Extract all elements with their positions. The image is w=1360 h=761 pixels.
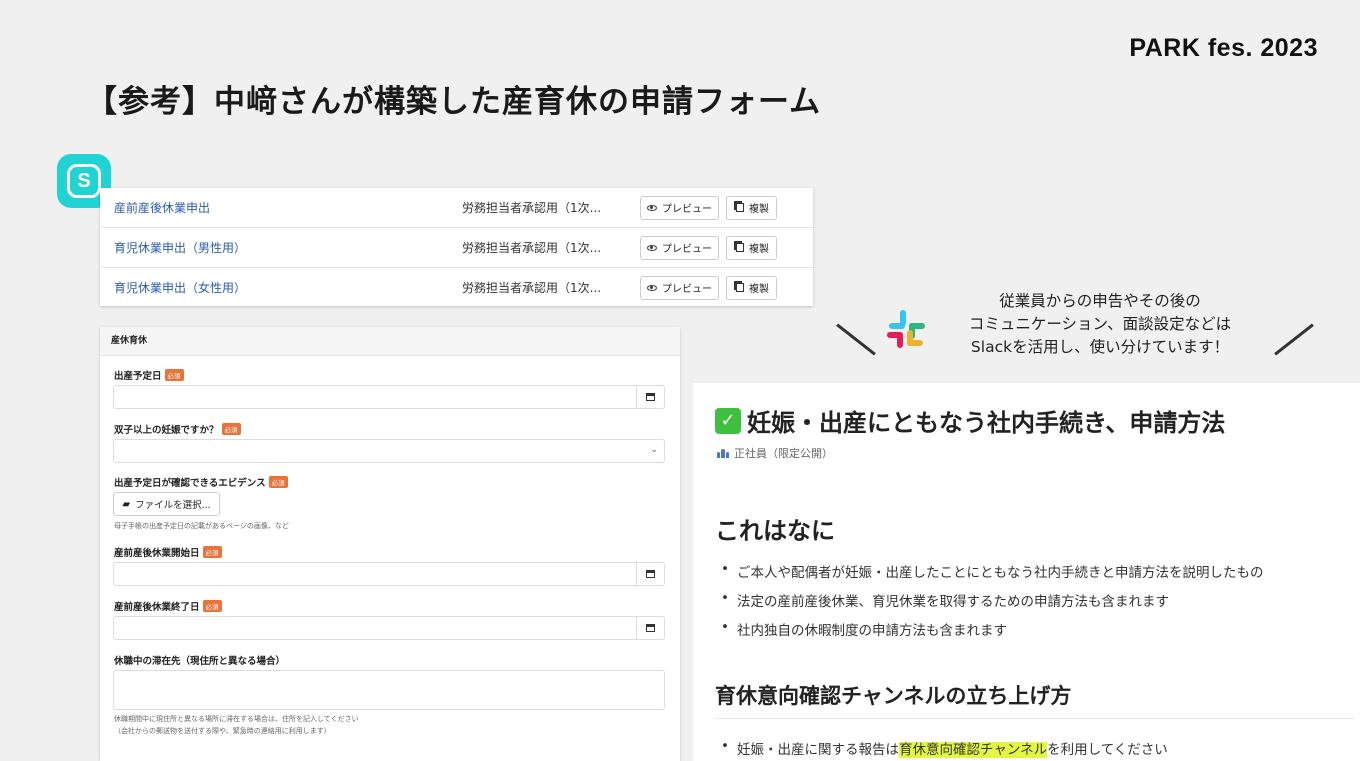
- field-label-text: 産前産後休業開始日: [114, 548, 200, 559]
- calendar-icon[interactable]: [636, 563, 664, 585]
- form-row: 育児休業申出（男性用） 労務担当者承認用（1次... プレビュー 複製: [100, 228, 813, 268]
- bullet-text: 妊娠・出産に関する報告は: [737, 742, 899, 758]
- required-badge: 必須: [164, 369, 184, 381]
- notion-title-text: 妊娠・出産にともなう社内手続き、申請方法: [747, 409, 1226, 437]
- copy-label: 複製: [749, 244, 769, 255]
- due-date-input[interactable]: [113, 385, 665, 409]
- list-item: ご本人や配偶者が妊娠・出産したことにともなう社内手続きと申請方法を説明したもの: [719, 561, 1264, 590]
- field-label-text: 産前産後休業終了日: [114, 602, 200, 613]
- field-label-text: 休職中の滞在先（現住所と異なる場合）: [114, 656, 286, 667]
- form-approver: 労務担当者承認用（1次...: [462, 201, 602, 215]
- leave-end-label: 産前産後休業終了日 必須: [114, 599, 222, 613]
- chevron-down-icon: ⌄: [650, 445, 658, 455]
- decor-slash-right: [1274, 323, 1314, 356]
- form-name-link[interactable]: 育児休業申出（男性用）: [114, 239, 246, 256]
- twins-select[interactable]: ⌄: [113, 439, 665, 463]
- people-icon: [717, 448, 729, 458]
- preview-label: プレビュー: [662, 204, 712, 215]
- eye-icon: [647, 284, 657, 291]
- leave-start-input[interactable]: [113, 562, 665, 586]
- list-item: 法定の産前産後休業、育児休業を取得するための申請方法も含まれます: [719, 590, 1264, 619]
- notion-page-title: ✓ 妊娠・出産にともなう社内手続き、申請方法: [715, 403, 1225, 438]
- check-mark-icon: ✓: [715, 407, 741, 434]
- notion-audience-tag: 正社員（限定公開）: [717, 445, 833, 461]
- divider: [715, 718, 1355, 719]
- copy-icon: [736, 243, 744, 252]
- stay-address-label: 休職中の滞在先（現住所と異なる場合）: [114, 653, 285, 667]
- slack-logo-icon: [887, 310, 925, 348]
- copy-icon: [736, 283, 744, 292]
- notion-heading-what: これはなに: [715, 517, 835, 545]
- file-select-label: ファイルを選択...: [135, 500, 211, 511]
- notion-page: ✓ 妊娠・出産にともなう社内手続き、申請方法 正社員（限定公開） これはなに ご…: [693, 383, 1360, 761]
- twins-label: 双子以上の妊娠ですか？ 必須: [114, 422, 241, 436]
- slack-note-line: 従業員からの申告やその後の: [999, 292, 1201, 310]
- field-label-text: 双子以上の妊娠ですか？: [114, 425, 219, 436]
- slack-note: 従業員からの申告やその後の コミュニケーション、面談設定などは Slackを活用…: [940, 290, 1260, 359]
- copy-label: 複製: [749, 284, 769, 295]
- required-badge: 必須: [221, 423, 241, 435]
- form-list: 産前産後休業申出 労務担当者承認用（1次... プレビュー 複製 育児休業申出（…: [100, 188, 813, 306]
- list-item: 妊娠・出産に関する報告は育休意向確認チャンネルを利用してください: [719, 738, 1168, 761]
- field-label-text: 出産予定日が確認できるエビデンス: [114, 478, 266, 489]
- preview-button[interactable]: プレビュー: [640, 235, 719, 260]
- required-badge: 必須: [202, 546, 222, 558]
- notion-bullet-list: ご本人や配偶者が妊娠・出産したことにともなう社内手続きと申請方法を説明したもの …: [719, 561, 1264, 648]
- form-row: 育児休業申出（女性用） 労務担当者承認用（1次... プレビュー 複製: [100, 268, 813, 307]
- stay-address-textarea[interactable]: [113, 670, 665, 710]
- copy-button[interactable]: 複製: [726, 235, 777, 260]
- eye-icon: [647, 244, 657, 251]
- evidence-label: 出産予定日が確認できるエビデンス 必須: [114, 475, 288, 489]
- required-badge: 必須: [268, 476, 288, 488]
- leave-end-input[interactable]: [113, 616, 665, 640]
- evidence-hint: 母子手帳の出産予定日の記載があるページの画像、など: [114, 522, 289, 530]
- leave-start-label: 産前産後休業開始日 必須: [114, 545, 222, 559]
- form-row: 産前産後休業申出 労務担当者承認用（1次... プレビュー 複製: [100, 188, 813, 228]
- notion-heading-channel: 育休意向確認チャンネルの立ち上げ方: [715, 684, 1072, 708]
- list-item: 社内独自の休暇制度の申請方法も含まれます: [719, 619, 1264, 648]
- form-name-link[interactable]: 産前産後休業申出: [114, 199, 210, 216]
- folder-icon: ▰: [122, 498, 131, 510]
- copy-icon: [736, 203, 744, 212]
- bullet-text: を利用してください: [1047, 742, 1168, 758]
- notion-bullet-list-2: 妊娠・出産に関する報告は育休意向確認チャンネルを利用してください: [719, 738, 1168, 761]
- preview-label: プレビュー: [662, 284, 712, 295]
- preview-button[interactable]: プレビュー: [640, 275, 719, 300]
- form-panel-header: 産休育休: [100, 327, 680, 356]
- form-name-link[interactable]: 育児休業申出（女性用）: [114, 279, 246, 296]
- slack-note-line: コミュニケーション、面談設定などは: [968, 315, 1232, 333]
- stay-hint-2: （会社からの郵送物を送付する際や、緊急時の連絡用に利用します）: [114, 727, 331, 735]
- leave-form-panel: 産休育休 出産予定日 必須 双子以上の妊娠ですか？ 必須 ⌄ 出産予定日が確認で…: [100, 327, 680, 761]
- decor-slash-left: [836, 323, 876, 356]
- copy-label: 複製: [749, 204, 769, 215]
- stay-hint-1: 休職期間中に現住所と異なる場所に滞在する場合は、住所を記入してください: [114, 715, 359, 723]
- preview-label: プレビュー: [662, 244, 712, 255]
- copy-button[interactable]: 複製: [726, 275, 777, 300]
- slack-note-line: Slackを活用し、使い分けています！: [970, 338, 1230, 356]
- form-approver: 労務担当者承認用（1次...: [462, 241, 602, 255]
- required-badge: 必須: [202, 600, 222, 612]
- eye-icon: [647, 204, 657, 211]
- field-label-text: 出産予定日: [114, 371, 162, 382]
- app-logo-letter: S: [67, 164, 101, 198]
- slide-title: 【参考】中﨑さんが構築した産育休の申請フォーム: [86, 84, 822, 120]
- form-approver: 労務担当者承認用（1次...: [462, 281, 602, 295]
- channel-link[interactable]: 育休意向確認チャンネル: [899, 742, 1048, 758]
- notion-tag-text: 正社員（限定公開）: [734, 447, 833, 460]
- event-brand: PARK fes. 2023: [1129, 34, 1318, 62]
- preview-button[interactable]: プレビュー: [640, 195, 719, 220]
- file-select-button[interactable]: ▰ ファイルを選択...: [113, 492, 220, 516]
- calendar-icon[interactable]: [636, 617, 664, 639]
- due-date-label: 出産予定日 必須: [114, 368, 184, 382]
- calendar-icon[interactable]: [636, 386, 664, 408]
- copy-button[interactable]: 複製: [726, 195, 777, 220]
